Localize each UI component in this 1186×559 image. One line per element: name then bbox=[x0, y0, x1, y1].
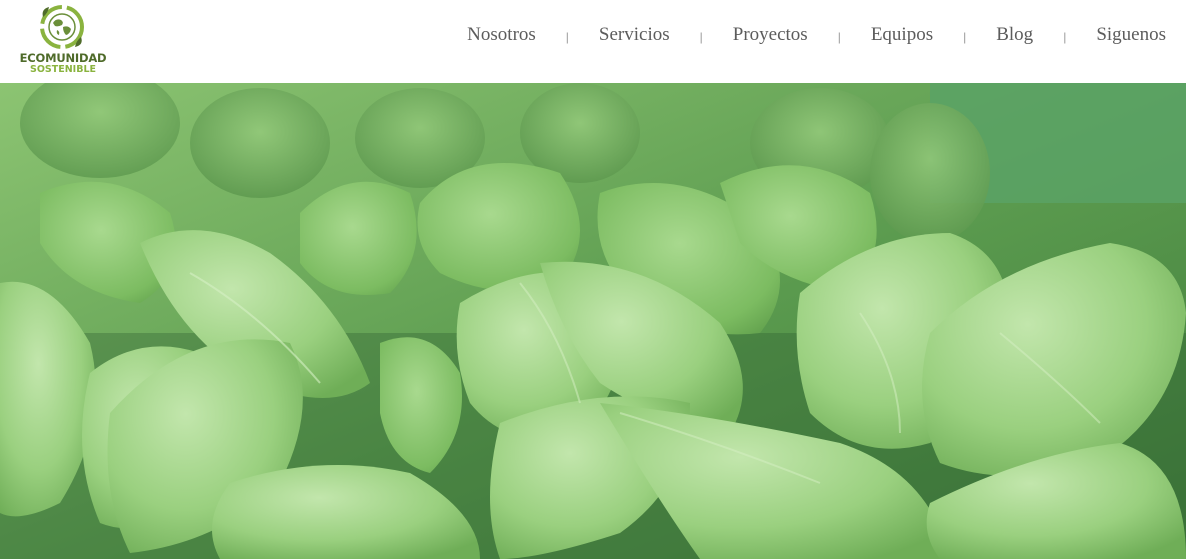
site-header: ECOMUNIDAD SOSTENIBLE Nosotros | Servici… bbox=[0, 0, 1186, 83]
nav-separator: | bbox=[1063, 30, 1067, 44]
nav-link-nosotros[interactable]: Nosotros bbox=[467, 24, 536, 46]
hero-image bbox=[0, 83, 1186, 559]
globe-logo-icon bbox=[40, 5, 84, 49]
nav-link-blog[interactable]: Blog bbox=[996, 24, 1033, 46]
seedlings-photo bbox=[0, 83, 1186, 559]
logo-title: ECOMUNIDAD bbox=[19, 51, 107, 65]
nav-separator: | bbox=[963, 30, 967, 44]
main-nav: Nosotros | Servicios | Proyectos | Equip… bbox=[467, 22, 1166, 48]
nav-link-proyectos[interactable]: Proyectos bbox=[733, 24, 808, 46]
nav-separator: | bbox=[699, 30, 703, 44]
nav-link-siguenos[interactable]: Siguenos bbox=[1096, 24, 1166, 46]
logo-subtitle: SOSTENIBLE bbox=[30, 64, 96, 75]
site-logo[interactable]: ECOMUNIDAD SOSTENIBLE bbox=[18, 3, 110, 79]
nav-link-equipos[interactable]: Equipos bbox=[871, 24, 933, 46]
nav-separator: | bbox=[837, 30, 841, 44]
nav-link-servicios[interactable]: Servicios bbox=[599, 24, 670, 46]
nav-separator: | bbox=[565, 30, 569, 44]
